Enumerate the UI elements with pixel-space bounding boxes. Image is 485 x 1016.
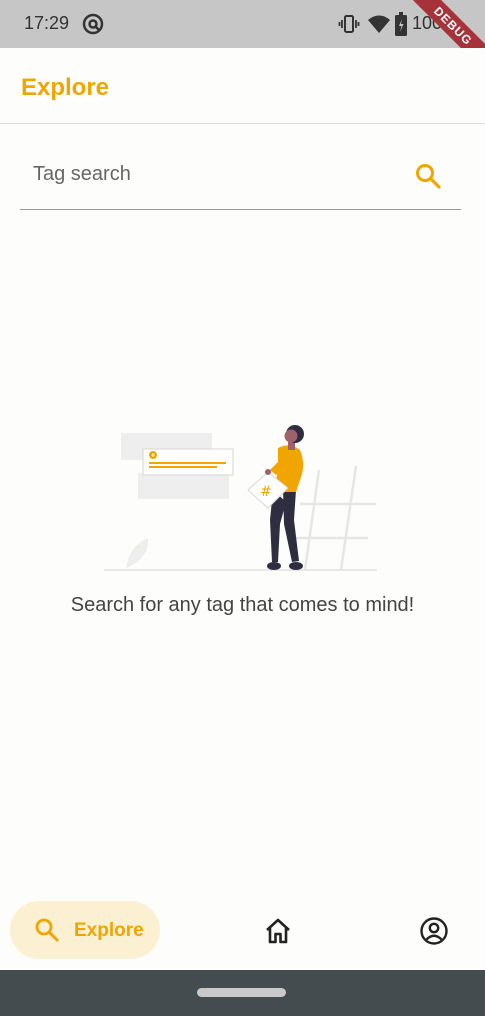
empty-state-message: Search for any tag that comes to mind!: [70, 594, 415, 616]
app-notification-icon: [82, 13, 104, 35]
profile-icon[interactable]: [418, 915, 450, 947]
svg-text:#: #: [151, 453, 155, 459]
svg-text:#: #: [260, 484, 272, 500]
home-icon[interactable]: [262, 915, 294, 947]
nav-item-explore-label: Explore: [74, 920, 144, 941]
empty-state-illustration: # #: [104, 425, 377, 571]
search-icon: [35, 918, 59, 942]
search-input[interactable]: [20, 154, 400, 194]
system-navigation-bar: [0, 970, 485, 1016]
nav-item-explore[interactable]: Explore: [10, 901, 160, 959]
status-time: 17:29: [24, 13, 70, 33]
app-bar: Explore: [0, 48, 485, 124]
home-gesture-handle[interactable]: [197, 988, 286, 997]
page-title: Explore: [21, 74, 110, 101]
vibrate-icon: [338, 15, 360, 33]
search-field[interactable]: [20, 150, 461, 210]
bottom-navigation: Explore: [0, 890, 485, 970]
search-icon[interactable]: [414, 162, 442, 190]
wifi-icon: [368, 15, 390, 33]
explore-screen: 17:29 100% DEBUG Explore: [0, 0, 485, 1016]
